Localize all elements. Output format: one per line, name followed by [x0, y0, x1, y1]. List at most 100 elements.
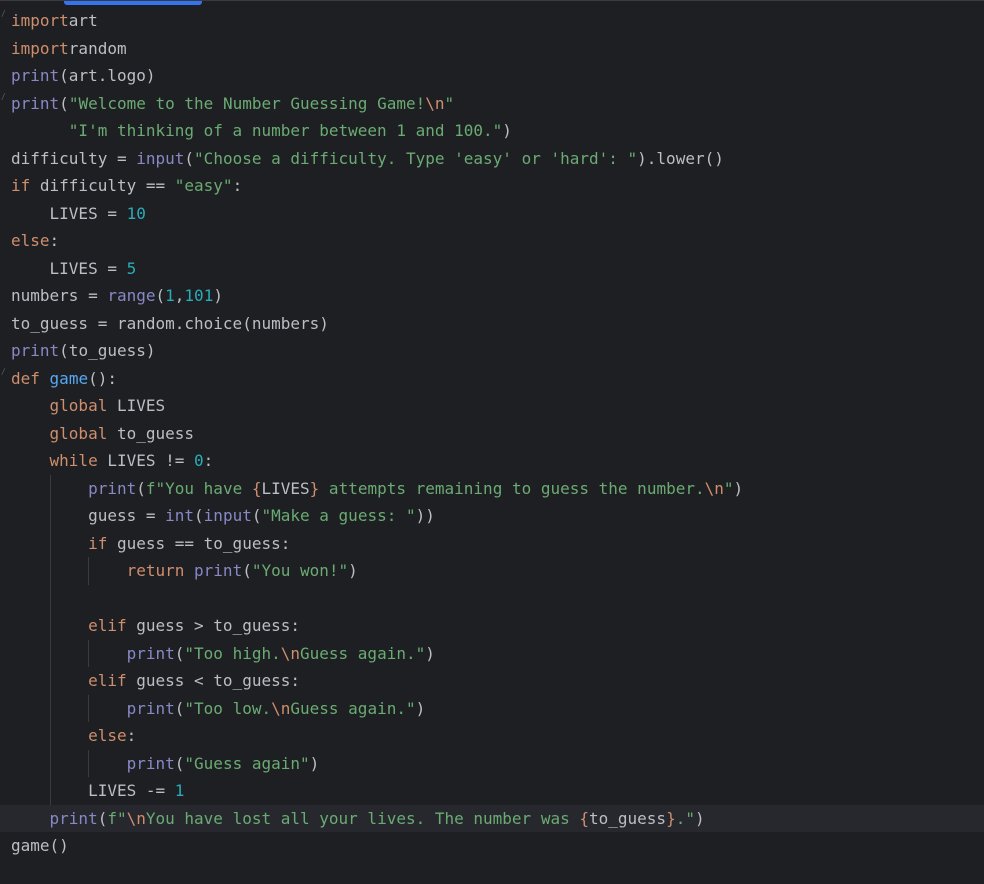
code-token: (art.logo)	[59, 66, 156, 85]
code-token: :	[126, 726, 137, 745]
code-token: if	[88, 533, 108, 553]
code-token: import	[11, 38, 69, 58]
code-area[interactable]: ∕ importart importrandom print(art.logo) ∕ pr…	[0, 7, 984, 860]
code-token: attempts remaining to guess the number.	[319, 478, 705, 498]
fold-marker-icon[interactable]: ∕	[1, 10, 6, 18]
code-token: random	[68, 38, 127, 58]
code-token: \n	[271, 698, 291, 718]
code-line-11[interactable]: numbers = range(1,101)	[0, 282, 984, 310]
code-line-18[interactable]: print(f"You have {LIVES} attempts remain…	[0, 475, 984, 503]
code-token: )	[309, 753, 320, 773]
code-token: "Too low.	[184, 698, 272, 718]
code-line-2[interactable]: importrandom	[0, 35, 984, 63]
code-token: "Guess again"	[184, 753, 310, 773]
code-line-15[interactable]: global LIVES	[0, 392, 984, 420]
code-line-1[interactable]: ∕ importart	[0, 7, 984, 35]
code-line-6[interactable]: difficulty = input("Choose a difficulty.…	[0, 145, 984, 173]
code-token: 0	[194, 451, 204, 470]
code-token: )	[213, 286, 223, 305]
code-token: game()	[11, 836, 69, 855]
code-line-3[interactable]: print(art.logo)	[0, 62, 984, 90]
code-line-29[interactable]: LIVES -= 1	[0, 777, 984, 805]
code-token: print	[126, 643, 175, 663]
code-token: )	[733, 478, 744, 498]
code-token: (	[59, 93, 69, 113]
code-line-13[interactable]: print(to_guess)	[0, 337, 984, 365]
code-token: \n	[126, 808, 146, 828]
fold-marker-icon[interactable]: ∕	[1, 367, 6, 376]
code-token: art	[68, 11, 98, 30]
code-token: (to_guess)	[59, 341, 156, 360]
code-token: ).lower()	[637, 148, 724, 168]
code-token: (	[242, 561, 252, 580]
code-token: "easy"	[174, 176, 233, 195]
code-token: (	[155, 286, 166, 305]
code-token: guess < to_guess:	[126, 671, 300, 690]
code-line-20[interactable]: if guess == to_guess:	[0, 530, 984, 558]
code-token: f"	[107, 808, 127, 828]
code-token: ))	[415, 506, 435, 525]
code-token: ():	[88, 368, 117, 388]
code-token: (	[97, 808, 108, 828]
code-token: 10	[126, 203, 146, 223]
code-line-8[interactable]: LIVES = 10	[0, 200, 984, 228]
code-token: print	[126, 753, 175, 773]
code-token: print	[11, 66, 60, 85]
code-line-24[interactable]: print("Too high.\nGuess again.")	[0, 640, 984, 668]
code-line-16[interactable]: global to_guess	[0, 420, 984, 448]
code-line-7[interactable]: if difficulty == "easy":	[0, 172, 984, 200]
code-line-30[interactable]: print(f"\nYou have lost all your lives. …	[0, 804, 984, 832]
code-token: global	[49, 396, 108, 415]
fold-marker-icon[interactable]: ∕	[1, 92, 6, 101]
code-line-26[interactable]: print("Too low.\nGuess again.")	[0, 695, 984, 723]
code-line-31[interactable]: game()	[0, 832, 984, 860]
code-line-9[interactable]: else:	[0, 227, 984, 255]
code-token: LIVES =	[11, 258, 127, 278]
code-token: (	[174, 698, 185, 718]
code-token: while	[49, 451, 98, 470]
code-line-19[interactable]: guess = int(input("Make a guess: "))	[0, 502, 984, 530]
code-editor[interactable]: ∕ importart importrandom print(art.logo) ∕ pr…	[0, 0, 984, 884]
code-token: "Welcome to the Number Guessing Game!	[68, 93, 426, 113]
code-token: int	[165, 506, 195, 525]
code-token: "Make a guess: "	[261, 506, 416, 525]
code-token: 1	[165, 286, 175, 305]
code-token: \n	[280, 643, 300, 663]
code-token: (	[184, 148, 195, 168]
code-line-12[interactable]: to_guess = random.choice(numbers)	[0, 310, 984, 338]
code-token: {	[579, 808, 589, 828]
indent-guide	[88, 639, 90, 667]
code-line-17[interactable]: while LIVES != 0:	[0, 447, 984, 475]
code-token: (	[136, 478, 146, 498]
code-line-27[interactable]: else:	[0, 722, 984, 750]
code-token: print	[194, 561, 243, 580]
code-line-23[interactable]: elif guess > to_guess:	[0, 612, 984, 640]
code-token: print	[11, 341, 60, 360]
code-token: )	[425, 643, 435, 663]
code-line-5[interactable]: "I'm thinking of a number between 1 and …	[0, 117, 984, 145]
code-token: ,	[174, 286, 185, 305]
code-token: (	[174, 643, 185, 663]
code-line-22[interactable]	[0, 585, 984, 613]
code-token: input	[203, 506, 252, 525]
code-token: numbers =	[11, 286, 108, 305]
code-token: "I'm thinking of a number between 1 and …	[68, 121, 503, 140]
code-token: elif	[88, 616, 127, 635]
code-line-21[interactable]: return print("You won!")	[0, 557, 984, 585]
code-token: LIVES	[261, 478, 310, 498]
code-line-10[interactable]: LIVES = 5	[0, 255, 984, 283]
code-token: LIVES !=	[97, 451, 195, 470]
code-line-4[interactable]: ∕ print("Welcome to the Number Guessing G…	[0, 90, 984, 118]
code-token: LIVES	[107, 396, 166, 415]
horizontal-scrollbar-thumb[interactable]	[64, 1, 202, 5]
code-line-28[interactable]: print("Guess again")	[0, 750, 984, 778]
code-token: )	[502, 121, 512, 140]
code-token: else	[11, 231, 50, 250]
code-token: "Too high.	[184, 643, 281, 663]
code-line-14[interactable]: ∕ def game():	[0, 365, 984, 393]
code-line-25[interactable]: elif guess < to_guess:	[0, 667, 984, 695]
